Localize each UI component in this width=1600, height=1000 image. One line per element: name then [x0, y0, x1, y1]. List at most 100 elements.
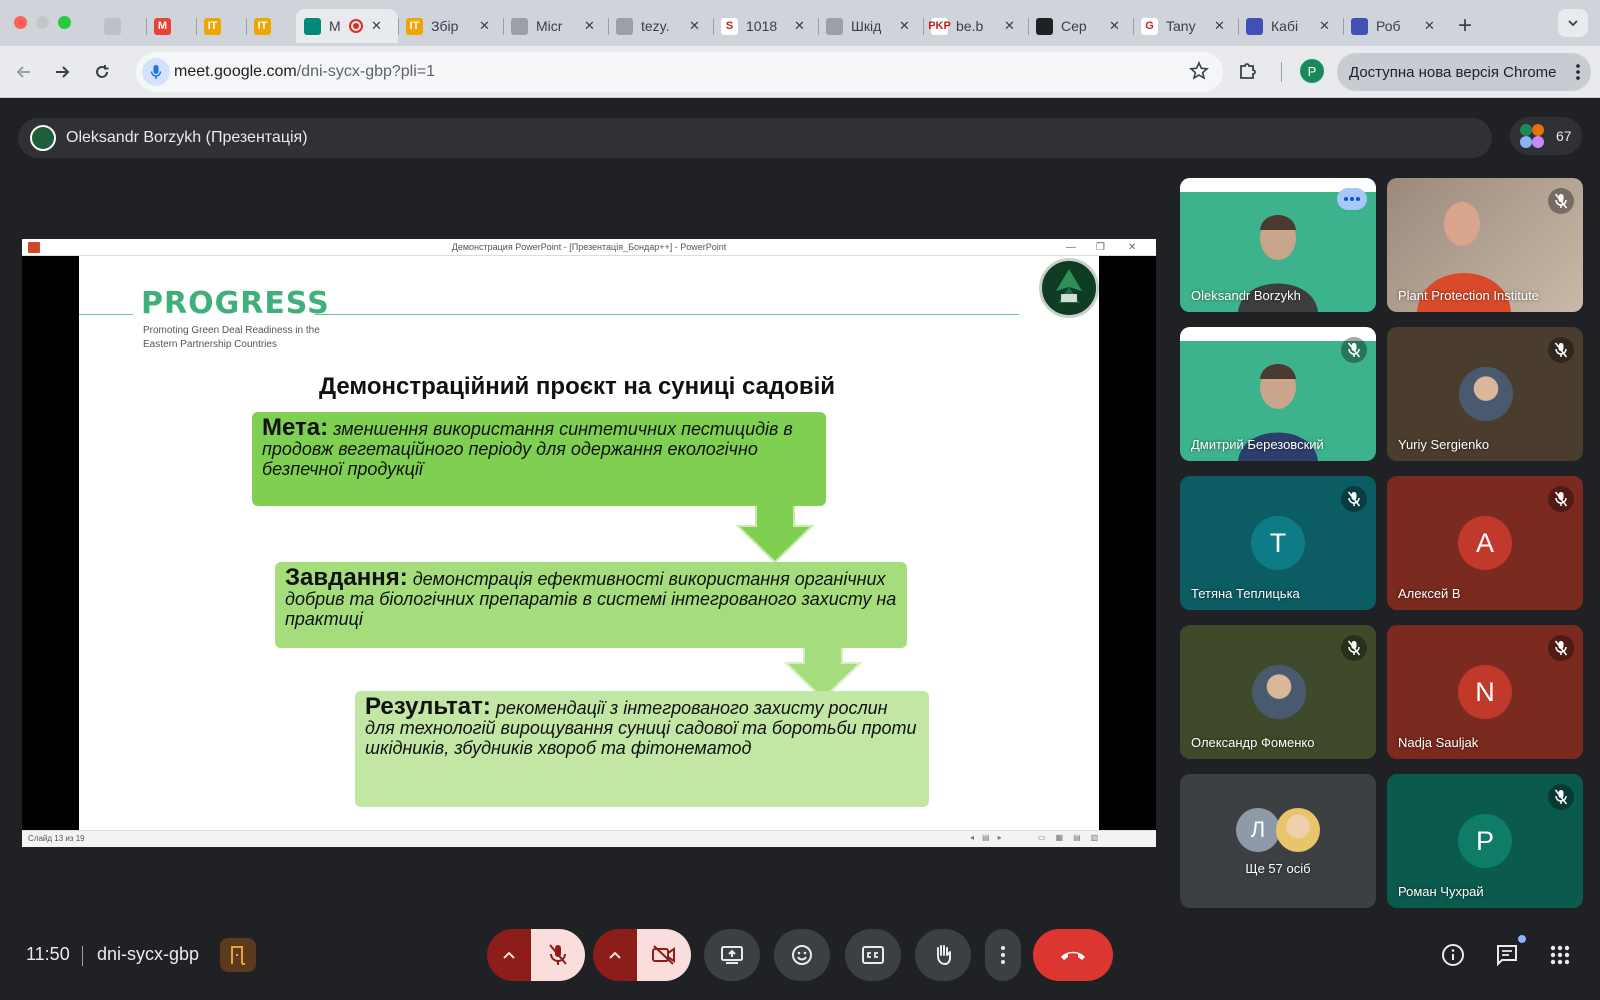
- video-options-button[interactable]: [593, 929, 637, 981]
- url-path: /dni-sycx-gbp?pli=1: [296, 63, 436, 80]
- tab-title: Micr: [536, 18, 563, 34]
- mic-off-icon: [549, 944, 567, 965]
- tab-search-button[interactable]: [1558, 9, 1588, 37]
- browser-tab[interactable]: G Tany ✕: [1133, 9, 1238, 43]
- address-bar[interactable]: meet.google.com/dni-sycx-gbp?pli=1: [136, 52, 1223, 92]
- tab-favicon-icon: [1246, 17, 1263, 35]
- meeting-time: 11:50: [26, 944, 70, 964]
- browser-tab[interactable]: Micr ✕: [503, 9, 608, 43]
- browser-tab[interactable]: IT: [196, 9, 246, 43]
- participant-name: Ще 57 осіб: [1245, 861, 1311, 876]
- powerpoint-statusbar: Слайд 13 из 19 ◂▤▸ ▭▦▤▥: [22, 830, 1156, 847]
- close-tab-icon[interactable]: ✕: [479, 18, 490, 34]
- more-options-button[interactable]: [985, 929, 1021, 981]
- close-tab-icon[interactable]: ✕: [689, 18, 700, 34]
- close-tab-icon[interactable]: ✕: [794, 18, 805, 34]
- profile-avatar[interactable]: P: [1300, 59, 1324, 83]
- reload-button[interactable]: [88, 58, 116, 86]
- close-tab-icon[interactable]: ✕: [1214, 18, 1225, 34]
- restore-icon[interactable]: ❐: [1096, 240, 1105, 256]
- participant-tile[interactable]: A Алексей В: [1387, 476, 1583, 610]
- mic-off-icon: [1554, 193, 1568, 209]
- zoom-window-button[interactable]: [58, 16, 71, 29]
- presenter-label: Oleksandr Borzykh (Презентація): [66, 129, 308, 146]
- chrome-update-button[interactable]: Доступна нова версія Chrome: [1337, 53, 1591, 91]
- participant-avatar: A: [1458, 516, 1512, 570]
- participant-tile[interactable]: P Роман Чухрай: [1387, 774, 1583, 908]
- activities-button[interactable]: [1543, 938, 1577, 972]
- present-screen-button[interactable]: [704, 929, 760, 981]
- participant-tile[interactable]: Дмитрий Березовский: [1180, 327, 1376, 461]
- browser-tab[interactable]: IT: [246, 9, 296, 43]
- microphone-toggle-button[interactable]: [531, 929, 585, 981]
- raise-hand-button[interactable]: [915, 929, 971, 981]
- participant-photo: [1276, 808, 1320, 852]
- browser-tab[interactable]: tezy. ✕: [608, 9, 713, 43]
- minimize-window-button[interactable]: [36, 16, 49, 29]
- close-window-button[interactable]: [14, 16, 27, 29]
- muted-indicator: [1341, 337, 1367, 363]
- meeting-details-button[interactable]: [1436, 938, 1470, 972]
- leave-call-button[interactable]: [1033, 929, 1113, 981]
- slideshow-nav-icons[interactable]: ◂▤▸: [970, 833, 1010, 842]
- door-button[interactable]: [220, 938, 256, 972]
- browser-tab[interactable]: Шкід ✕: [818, 9, 923, 43]
- chevron-up-icon: [609, 951, 621, 959]
- info-icon: [1442, 944, 1464, 966]
- browser-tab[interactable]: S 1018 ✕: [713, 9, 818, 43]
- participant-tile[interactable]: Plant Protection Institute: [1387, 178, 1583, 312]
- close-tab-icon[interactable]: ✕: [899, 18, 910, 34]
- close-icon[interactable]: ✕: [1128, 240, 1136, 256]
- tab-title: Збір: [431, 18, 459, 34]
- more-horiz-icon: [1344, 197, 1360, 201]
- captions-button[interactable]: [845, 929, 901, 981]
- browser-tab[interactable]: M ✕: [296, 9, 398, 43]
- participant-tile[interactable]: Олександр Фоменко: [1180, 625, 1376, 759]
- browser-tab[interactable]: Кабі ✕: [1238, 9, 1343, 43]
- bookmark-star-button[interactable]: [1189, 61, 1209, 86]
- forward-button[interactable]: [48, 58, 76, 86]
- close-tab-icon[interactable]: ✕: [1109, 18, 1120, 34]
- goal-label: Мета:: [262, 414, 329, 441]
- minimize-icon[interactable]: —: [1066, 240, 1076, 256]
- close-tab-icon[interactable]: ✕: [371, 18, 382, 34]
- participant-tile[interactable]: Yuriy Sergienko: [1387, 327, 1583, 461]
- bottom-divider: [82, 946, 83, 966]
- site-mic-indicator[interactable]: [142, 58, 170, 86]
- chevron-down-icon: [1568, 20, 1578, 27]
- extensions-button[interactable]: [1237, 59, 1259, 86]
- mic-off-icon: [1347, 640, 1361, 656]
- participants-button[interactable]: 67: [1510, 117, 1582, 155]
- participant-name: Nadja Sauljak: [1398, 735, 1479, 750]
- close-tab-icon[interactable]: ✕: [1424, 18, 1435, 34]
- new-tab-button[interactable]: +: [1458, 12, 1472, 40]
- powerpoint-window-title: Демонстрация PowerPoint - [Презентація_Б…: [451, 242, 727, 252]
- participant-avatar: N: [1458, 665, 1512, 719]
- tab-favicon-icon: [1036, 17, 1053, 35]
- close-tab-icon[interactable]: ✕: [1319, 18, 1330, 34]
- participant-tile[interactable]: N Nadja Sauljak: [1387, 625, 1583, 759]
- audio-options-button[interactable]: [487, 929, 531, 981]
- browser-tab[interactable]: [96, 9, 146, 43]
- chat-button[interactable]: [1490, 938, 1524, 972]
- tile-options-button[interactable]: [1337, 188, 1367, 210]
- participant-tile[interactable]: Oleksandr Borzykh: [1180, 178, 1376, 312]
- participant-tile[interactable]: T Тетяна Теплицька: [1180, 476, 1376, 610]
- browser-tab[interactable]: IT Збір ✕: [398, 9, 503, 43]
- camera-toggle-button[interactable]: [637, 929, 691, 981]
- browser-tab[interactable]: Роб ✕: [1343, 9, 1448, 43]
- result-label: Результат:: [365, 693, 491, 720]
- browser-tab[interactable]: Сер ✕: [1028, 9, 1133, 43]
- tab-favicon-icon: IT: [254, 17, 271, 35]
- close-tab-icon[interactable]: ✕: [584, 18, 595, 34]
- browser-tab[interactable]: PKP be.b ✕: [923, 9, 1028, 43]
- update-label: Доступна нова версія Chrome: [1349, 63, 1557, 81]
- participant-name: Алексей В: [1398, 586, 1461, 601]
- participant-tile[interactable]: Л Ще 57 осіб: [1180, 774, 1376, 908]
- tab-favicon-icon: G: [1141, 17, 1158, 35]
- browser-tab[interactable]: M: [146, 9, 196, 43]
- view-mode-icons[interactable]: ▭▦▤▥: [1038, 833, 1108, 842]
- back-button[interactable]: [10, 58, 38, 86]
- close-tab-icon[interactable]: ✕: [1004, 18, 1015, 34]
- reactions-button[interactable]: [774, 929, 830, 981]
